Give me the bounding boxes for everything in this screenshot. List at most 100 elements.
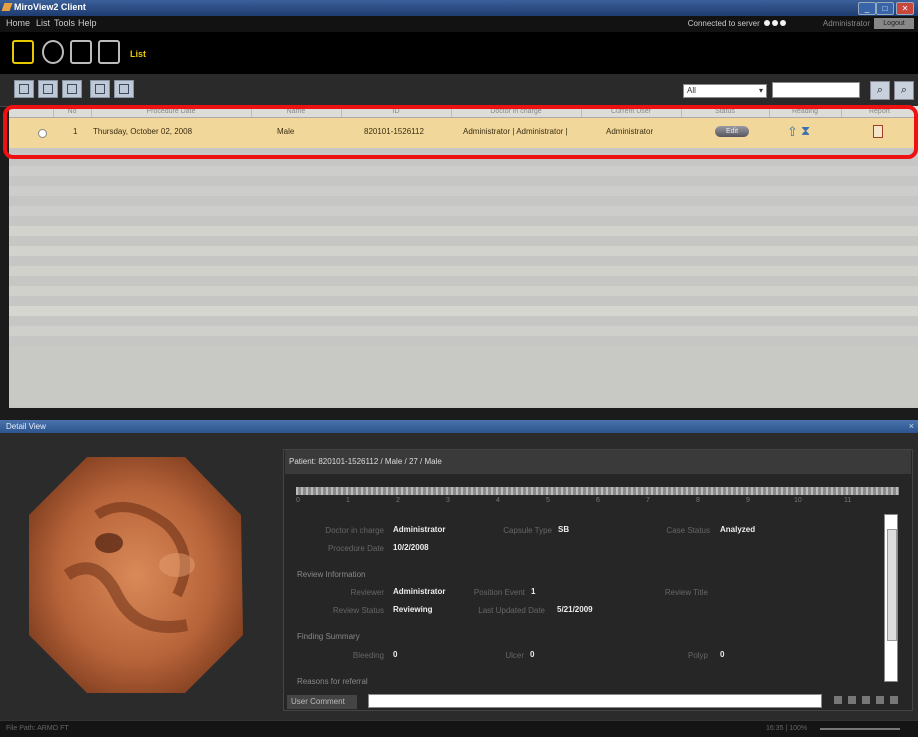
detail-scrollbar[interactable]: [884, 514, 898, 682]
polyp-label: Polyp: [687, 651, 708, 660]
current-user: Administrator: [822, 19, 870, 28]
timeline-tick: 6: [596, 497, 600, 504]
app-logo-icon: [1, 3, 13, 11]
zoom-slider[interactable]: [820, 728, 900, 730]
endoscopy-image: [29, 457, 243, 693]
patient-info-bar: Patient: 820101-1526112 / Male / 27 / Ma…: [285, 450, 911, 474]
timeline-tick: 11: [844, 497, 852, 504]
bleeding-value: 0: [393, 650, 398, 659]
maximize-button[interactable]: □: [876, 2, 894, 15]
empty-row: [9, 226, 918, 236]
capsule-timeline[interactable]: [296, 487, 899, 495]
minimize-button[interactable]: _: [858, 2, 876, 15]
last-page-button[interactable]: [876, 696, 884, 704]
open-button[interactable]: [38, 80, 58, 98]
capsule-mode-icon[interactable]: [42, 40, 64, 64]
status-dot-icon: [764, 20, 770, 26]
review-title-label: Review Title: [664, 588, 708, 597]
patient-info: Patient: 820101-1526112 / Male / 27 / Ma…: [289, 457, 442, 466]
empty-row: [9, 206, 918, 216]
empty-row: [9, 266, 918, 276]
detail-view-header: Detail View ×: [0, 420, 918, 433]
scrollbar-thumb[interactable]: [887, 529, 897, 641]
search-button[interactable]: ⌕: [870, 81, 890, 100]
filter-value: All: [687, 86, 696, 95]
timeline-tick: 8: [696, 497, 700, 504]
status-dot-icon: [780, 20, 786, 26]
save-comment-button[interactable]: [890, 696, 898, 704]
review-status-label: Review Status: [332, 606, 384, 615]
timeline-tick: 3: [446, 497, 450, 504]
review-status-value: Reviewing: [393, 605, 433, 614]
prev-page-button[interactable]: [848, 696, 856, 704]
empty-row: [9, 306, 918, 316]
search-input[interactable]: [772, 82, 860, 98]
menu-bar: Home List Tools Help Connected to server…: [0, 16, 918, 32]
polyp-value: 0: [720, 650, 725, 659]
status-text: File Path: ARMO FT: [6, 725, 69, 732]
timeline-tick: 7: [646, 497, 650, 504]
export-button[interactable]: [62, 80, 82, 98]
import-button[interactable]: [14, 80, 34, 98]
menu-home[interactable]: Home: [6, 18, 30, 28]
window-title: MiroView2 Client: [14, 2, 86, 12]
case-status-value: Analyzed: [720, 525, 756, 534]
empty-row: [9, 246, 918, 256]
doctor-label: Doctor in charge: [325, 526, 384, 535]
empty-row: [9, 286, 918, 296]
last-updated-value: 5/21/2009: [557, 605, 593, 614]
case-status-label: Case Status: [666, 526, 710, 535]
chevron-down-icon: ▾: [758, 86, 763, 95]
logout-button[interactable]: Logout: [874, 18, 914, 29]
list-mode-icon[interactable]: [12, 40, 34, 64]
menu-help[interactable]: Help: [78, 18, 97, 28]
edit-mode-icon[interactable]: [70, 40, 92, 64]
position-event-value: 1: [531, 587, 536, 596]
menu-list[interactable]: List: [36, 18, 50, 28]
empty-row: [9, 326, 918, 336]
timeline-tick: 0: [296, 497, 300, 504]
report-mode-icon[interactable]: [98, 40, 120, 64]
capsule-type-value: SB: [558, 525, 570, 534]
timeline-tick: 9: [746, 497, 750, 504]
close-detail-icon[interactable]: ×: [909, 421, 914, 431]
close-window-button[interactable]: ✕: [896, 2, 914, 15]
reviewer-label: Reviewer: [350, 588, 384, 597]
procedure-date-label: Procedure Date: [327, 544, 384, 553]
delete-button[interactable]: [114, 80, 134, 98]
next-page-button[interactable]: [862, 696, 870, 704]
status-bar: File Path: ARMO FT 16:35 | 100%: [0, 720, 918, 737]
empty-row: [9, 186, 918, 196]
user-comment-input[interactable]: [368, 694, 822, 708]
timeline-tick: 5: [546, 497, 550, 504]
bleeding-label: Bleeding: [352, 651, 384, 660]
empty-area: [9, 346, 918, 406]
timeline-tick: 4: [496, 497, 500, 504]
detail-view-title: Detail View: [6, 422, 46, 431]
zoom-level: 16:35 | 100%: [766, 725, 808, 732]
timeline-tick: 10: [794, 497, 802, 504]
capsule-type-label: Capsule Type: [503, 526, 552, 535]
referral-label: Reasons for referral: [297, 677, 368, 686]
status-dot-icon: [772, 20, 778, 26]
finding-summary-heading: Finding Summary: [297, 632, 360, 641]
selected-row-highlight: [3, 105, 918, 159]
doctor-value: Administrator: [393, 525, 446, 534]
last-updated-label: Last Updated Date: [478, 606, 545, 615]
mode-label: List: [130, 49, 147, 59]
timeline-tick: 1: [346, 497, 350, 504]
filter-select[interactable]: All ▾: [683, 84, 767, 98]
ulcer-value: 0: [530, 650, 535, 659]
mode-toolbar: List: [0, 32, 918, 74]
advanced-search-button[interactable]: ⌕: [894, 81, 914, 100]
connection-text: Connected to server: [687, 19, 760, 28]
review-information-heading: Review Information: [297, 570, 366, 579]
procedure-date-value: 10/2/2008: [393, 543, 429, 552]
timeline-tick: 2: [396, 497, 400, 504]
user-comment-label: User Comment: [287, 695, 357, 709]
menu-tools[interactable]: Tools: [54, 18, 75, 28]
copy-button[interactable]: [90, 80, 110, 98]
first-page-button[interactable]: [834, 696, 842, 704]
position-event-label: Position Event: [473, 588, 525, 597]
empty-row: [9, 166, 918, 176]
